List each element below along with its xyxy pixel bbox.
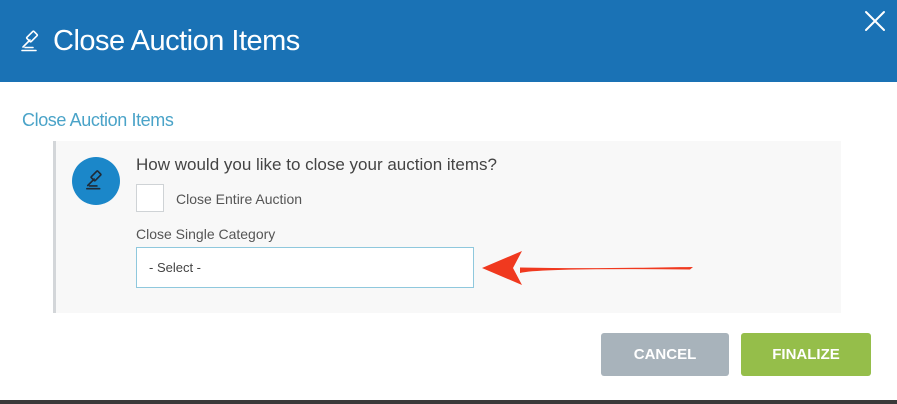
close-single-category-label: Close Single Category — [136, 226, 276, 242]
category-select[interactable]: - Select - — [136, 247, 474, 288]
modal-title: Close Auction Items — [53, 25, 300, 57]
modal-header: Close Auction Items — [0, 0, 897, 82]
annotation-arrow — [482, 251, 693, 285]
finalize-button[interactable]: FINALIZE — [741, 333, 871, 376]
close-entire-auction-checkbox[interactable] — [136, 184, 164, 212]
gavel-icon — [20, 29, 44, 53]
close-auction-modal: Close Auction Items Close Auction Items … — [0, 0, 897, 404]
section-title: Close Auction Items — [22, 110, 174, 130]
close-icon[interactable] — [862, 8, 888, 34]
close-entire-auction-label[interactable]: Close Entire Auction — [176, 190, 302, 208]
close-method-question: How would you like to close your auction… — [136, 155, 497, 174]
gavel-icon — [72, 157, 120, 205]
cancel-button[interactable]: CANCEL — [601, 333, 729, 376]
background-page-strip — [0, 400, 897, 404]
category-select-value: - Select - — [149, 260, 202, 275]
